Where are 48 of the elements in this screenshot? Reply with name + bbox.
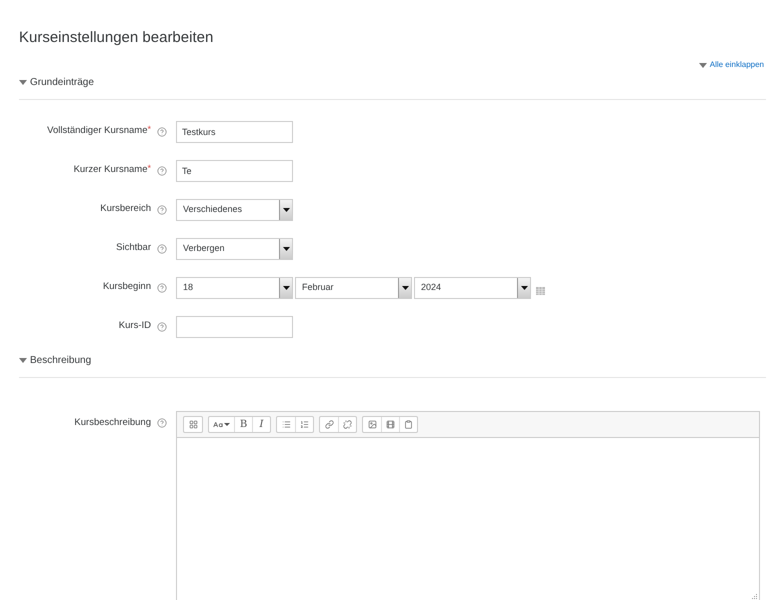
numbered-list-icon xyxy=(300,420,309,429)
field-label: Kursbeschreibung xyxy=(74,416,151,430)
toolbar-button[interactable]: B xyxy=(234,417,252,432)
dropdown-arrow-icon xyxy=(520,286,528,290)
field-label: Kurs-ID xyxy=(118,319,151,334)
help-icon[interactable] xyxy=(157,282,167,292)
bullet-list-icon xyxy=(282,420,290,429)
text-input[interactable] xyxy=(176,316,293,338)
dropdown-arrow-icon xyxy=(402,286,408,290)
collapse-all-link[interactable]: Alle einklappen xyxy=(698,59,764,71)
text-input[interactable]: Te xyxy=(176,160,293,182)
help-icon[interactable] xyxy=(157,204,167,214)
link-icon xyxy=(324,420,334,429)
image-icon xyxy=(368,420,376,429)
field-label: Sichtbar xyxy=(116,241,151,256)
clipboard-icon xyxy=(404,420,413,429)
dropdown-arrow-icon xyxy=(282,286,290,290)
help-icon[interactable] xyxy=(157,244,167,254)
help-icon[interactable] xyxy=(157,126,167,136)
required-mark: * xyxy=(147,162,151,175)
caret-icon xyxy=(224,423,230,426)
unlink-icon xyxy=(343,420,352,429)
field-label: Kurzer Kursname xyxy=(74,163,148,178)
section-header[interactable]: Grundeinträge xyxy=(30,75,94,90)
select-field[interactable]: Verschiedenes xyxy=(176,198,293,220)
field-label: Kursbereich xyxy=(100,202,151,216)
dropdown-arrow-icon xyxy=(282,208,290,212)
select-field[interactable]: 18 xyxy=(176,276,293,298)
page-title: Kurseinstellungen bearbeiten xyxy=(19,28,214,47)
font-style-icon xyxy=(213,420,223,430)
select-field[interactable]: 2024 xyxy=(414,276,531,298)
grid-icon xyxy=(188,420,198,429)
help-icon[interactable] xyxy=(157,166,167,176)
resize-handle-icon[interactable] xyxy=(750,594,757,600)
help-icon[interactable] xyxy=(157,418,167,428)
toolbar-button[interactable]: I xyxy=(252,417,270,432)
select-field[interactable]: Verbergen xyxy=(176,238,293,260)
section-header[interactable]: Beschreibung xyxy=(30,353,92,368)
field-label: Vollständiger Kursname xyxy=(47,124,148,138)
film-icon xyxy=(386,420,395,429)
text-input[interactable]: Testkurs xyxy=(176,120,293,142)
dropdown-arrow-icon xyxy=(282,246,290,250)
select-field[interactable]: Februar xyxy=(295,276,412,298)
caret-icon xyxy=(698,62,707,68)
text-editor[interactable]: B I xyxy=(176,411,760,600)
field-label: Kursbeginn xyxy=(102,280,151,294)
help-icon[interactable] xyxy=(157,322,167,332)
required-mark: * xyxy=(147,122,151,136)
